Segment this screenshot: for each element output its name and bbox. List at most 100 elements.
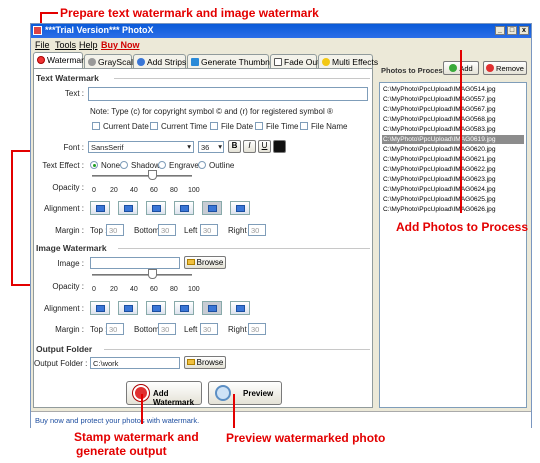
photo-list-item[interactable]: C:\MyPhoto\PpcUpload\IMAG0619.jpg bbox=[382, 135, 524, 144]
annotation-prepare: Prepare text watermark and image waterma… bbox=[60, 6, 319, 20]
menu-buy-now[interactable]: Buy Now bbox=[101, 40, 140, 50]
align-center-button[interactable] bbox=[174, 201, 194, 215]
photo-list-item[interactable]: C:\MyPhoto\PpcUpload\IMAG0567.jpg bbox=[382, 105, 524, 114]
preview-button[interactable]: Preview bbox=[208, 381, 282, 405]
effect-none-label: None bbox=[101, 161, 121, 170]
effect-outline-label: Outline bbox=[209, 161, 235, 170]
divider bbox=[104, 349, 370, 350]
minimize-button[interactable]: _ bbox=[495, 26, 505, 35]
tab-add-strips[interactable]: Add Strips bbox=[133, 54, 186, 68]
current-date-checkbox[interactable] bbox=[92, 122, 100, 130]
align-top-left-button[interactable] bbox=[90, 201, 110, 215]
align-top-center-button[interactable] bbox=[118, 201, 138, 215]
font-size-select[interactable]: 36 ▾ bbox=[198, 141, 224, 153]
image-opacity-thumb[interactable] bbox=[148, 269, 157, 279]
file-time-checkbox[interactable] bbox=[255, 122, 263, 130]
align-top-right-button[interactable] bbox=[146, 201, 166, 215]
image-browse-button[interactable]: Browse bbox=[184, 256, 226, 269]
photo-list-item[interactable]: C:\MyPhoto\PpcUpload\IMAG0624.jpg bbox=[382, 185, 524, 194]
tab-multi-effects[interactable]: Multi Effects bbox=[318, 54, 378, 68]
photo-list-item[interactable]: C:\MyPhoto\PpcUpload\IMAG0583.jpg bbox=[382, 125, 524, 134]
output-browse-button[interactable]: Browse bbox=[184, 356, 226, 369]
photo-list-item[interactable]: C:\MyPhoto\PpcUpload\IMAG0622.jpg bbox=[382, 165, 524, 174]
img-margin-right-input[interactable]: 30 bbox=[248, 323, 266, 335]
margin-top-label: Top : bbox=[90, 226, 108, 235]
close-button[interactable]: x bbox=[519, 26, 529, 35]
effect-outline-radio[interactable] bbox=[198, 161, 206, 169]
image-path-input[interactable] bbox=[90, 257, 180, 269]
opacity-tick-60: 60 bbox=[150, 286, 158, 293]
align-icon bbox=[96, 305, 105, 312]
margin-right-input[interactable]: 30 bbox=[248, 224, 266, 236]
img-align-bottom-right-button[interactable] bbox=[202, 301, 222, 315]
effect-engrave-radio[interactable] bbox=[158, 161, 166, 169]
img-margin-top-label: Top : bbox=[90, 325, 108, 334]
menu-tools[interactable]: Tools bbox=[55, 40, 76, 50]
img-align-tile-button[interactable] bbox=[230, 301, 250, 315]
menu-file[interactable]: File bbox=[35, 40, 50, 50]
align-bottom-right-button[interactable] bbox=[202, 201, 222, 215]
title-bar: ***Trial Version*** PhotoX _ □ x bbox=[31, 24, 531, 38]
text-input[interactable] bbox=[88, 87, 368, 101]
align-icon bbox=[152, 305, 161, 312]
remove-photo-button[interactable]: Remove bbox=[483, 61, 527, 75]
file-name-checkbox[interactable] bbox=[300, 122, 308, 130]
copyright-note: Note: Type (c) for copyright symbol © an… bbox=[90, 107, 333, 116]
photo-list-item[interactable]: C:\MyPhoto\PpcUpload\IMAG0623.jpg bbox=[382, 175, 524, 184]
watermark-icon bbox=[37, 56, 45, 64]
img-align-center-button[interactable] bbox=[174, 301, 194, 315]
align-icon bbox=[180, 305, 189, 312]
annotation-stamp-1: Stamp watermark and bbox=[74, 430, 199, 444]
margin-bottom-input[interactable]: 30 bbox=[158, 224, 176, 236]
img-margin-bottom-input[interactable]: 30 bbox=[158, 323, 176, 335]
status-bar: Buy now and protect your photos with wat… bbox=[31, 411, 531, 428]
tab-watermark[interactable]: Watermark bbox=[33, 52, 88, 69]
img-margin-top-input[interactable]: 30 bbox=[106, 323, 124, 335]
thumbnail-icon bbox=[191, 58, 199, 66]
current-time-label: Current Time bbox=[161, 122, 208, 131]
align-tile-button[interactable] bbox=[230, 201, 250, 215]
effect-none-radio[interactable] bbox=[90, 161, 98, 169]
grayscale-icon bbox=[88, 58, 96, 66]
window-title: ***Trial Version*** PhotoX bbox=[45, 25, 154, 35]
color-button[interactable] bbox=[273, 140, 286, 153]
italic-button[interactable]: I bbox=[243, 140, 256, 153]
text-label: Text : bbox=[64, 89, 84, 98]
output-folder-input[interactable]: C:\work bbox=[90, 357, 180, 369]
photo-list-item[interactable]: C:\MyPhoto\PpcUpload\IMAG0626.jpg bbox=[382, 205, 524, 214]
tab-fade-out[interactable]: Fade Out bbox=[270, 54, 319, 68]
photo-list-item[interactable]: C:\MyPhoto\PpcUpload\IMAG0557.jpg bbox=[382, 95, 524, 104]
img-align-top-right-button[interactable] bbox=[146, 301, 166, 315]
maximize-button[interactable]: □ bbox=[507, 26, 517, 35]
underline-button[interactable]: U bbox=[258, 140, 271, 153]
tab-grayscale[interactable]: GrayScale bbox=[84, 54, 138, 68]
effect-shadow-radio[interactable] bbox=[120, 161, 128, 169]
photo-list-item[interactable]: C:\MyPhoto\PpcUpload\IMAG0568.jpg bbox=[382, 115, 524, 124]
img-margin-left-input[interactable]: 30 bbox=[200, 323, 218, 335]
align-icon bbox=[180, 205, 189, 212]
photo-list-item[interactable]: C:\MyPhoto\PpcUpload\IMAG0625.jpg bbox=[382, 195, 524, 204]
text-opacity-thumb[interactable] bbox=[148, 170, 157, 180]
img-align-top-left-button[interactable] bbox=[90, 301, 110, 315]
tab-generate-thumbnail[interactable]: Generate Thumbnail bbox=[187, 54, 278, 68]
opacity-tick-40: 40 bbox=[130, 187, 138, 194]
menu-help[interactable]: Help bbox=[79, 40, 98, 50]
font-label: Font : bbox=[63, 143, 84, 152]
text-opacity-slider[interactable] bbox=[92, 175, 192, 177]
margin-top-input[interactable]: 30 bbox=[106, 224, 124, 236]
file-date-checkbox[interactable] bbox=[210, 122, 218, 130]
current-time-checkbox[interactable] bbox=[150, 122, 158, 130]
photo-list-item[interactable]: C:\MyPhoto\PpcUpload\IMAG0620.jpg bbox=[382, 145, 524, 154]
add-watermark-button[interactable]: Add Watermark bbox=[126, 381, 202, 407]
align-icon bbox=[124, 305, 133, 312]
img-align-top-center-button[interactable] bbox=[118, 301, 138, 315]
font-select[interactable]: SansSerif ▾ bbox=[88, 141, 194, 153]
margin-left-input[interactable]: 30 bbox=[200, 224, 218, 236]
app-icon bbox=[33, 26, 42, 35]
bold-button[interactable]: B bbox=[228, 140, 241, 153]
photos-list[interactable]: C:\MyPhoto\PpcUpload\IMAG0514.jpg C:\MyPh… bbox=[379, 82, 527, 408]
photo-list-item[interactable]: C:\MyPhoto\PpcUpload\IMAG0621.jpg bbox=[382, 155, 524, 164]
image-opacity-slider[interactable] bbox=[92, 274, 192, 276]
photo-list-item[interactable]: C:\MyPhoto\PpcUpload\IMAG0514.jpg bbox=[382, 85, 524, 94]
opacity-tick-100: 100 bbox=[188, 187, 200, 194]
